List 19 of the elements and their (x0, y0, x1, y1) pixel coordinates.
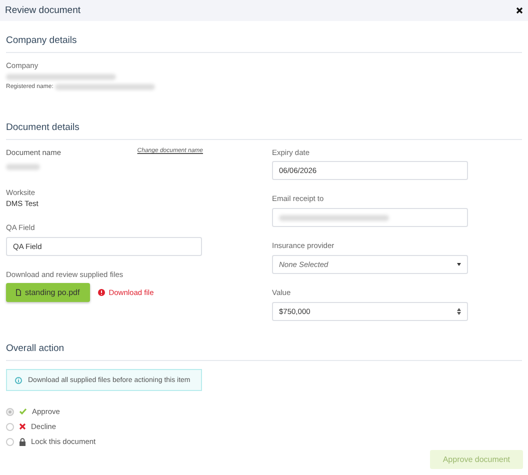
caret-icon (457, 263, 461, 266)
section-heading: Company details (6, 35, 522, 53)
spinner-icon (457, 308, 461, 315)
alert-icon (98, 289, 105, 296)
radio-button[interactable] (6, 438, 14, 446)
blurred-text (6, 164, 40, 170)
email-field[interactable] (272, 208, 468, 227)
section-heading: Overall action (6, 343, 522, 361)
close-icon[interactable] (516, 7, 523, 14)
lock-icon (19, 438, 26, 446)
info-icon (15, 376, 22, 384)
radio-button[interactable] (6, 422, 14, 430)
file-icon (16, 289, 21, 296)
radio-button[interactable] (6, 408, 14, 416)
file-button[interactable]: standing po.pdf (6, 283, 90, 302)
check-icon (19, 408, 27, 415)
window-title: Review document (5, 5, 81, 16)
section-heading: Document details (6, 122, 522, 140)
cross-icon (19, 423, 26, 430)
